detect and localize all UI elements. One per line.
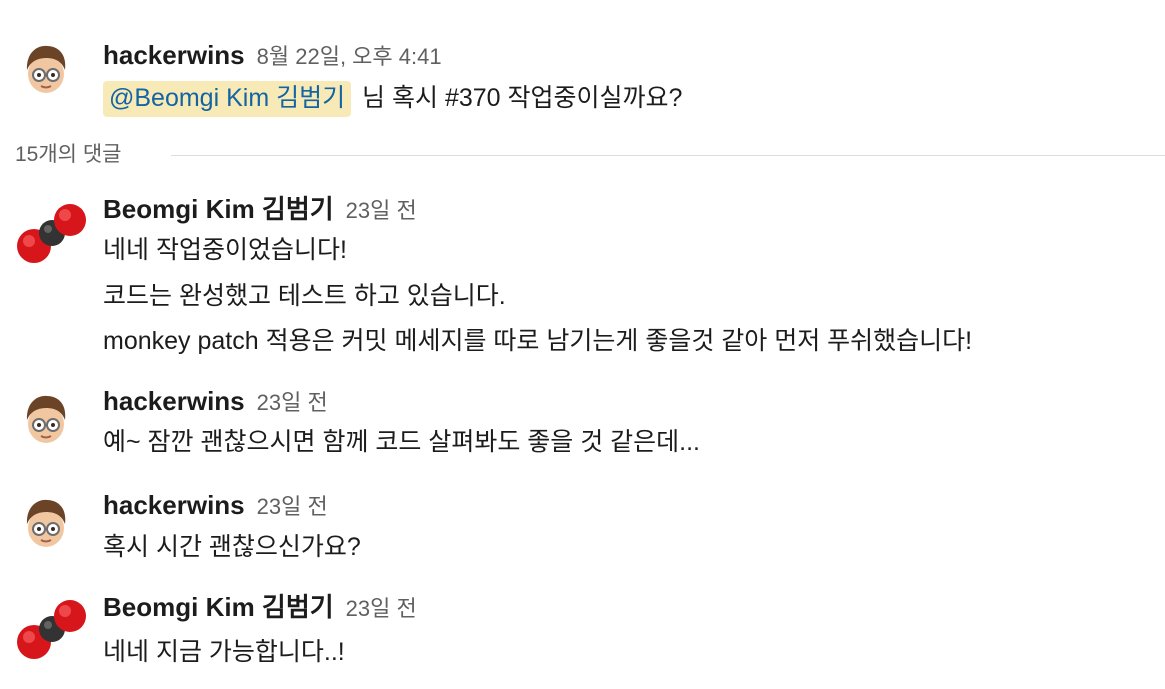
reply-message: Beomgi Kim 김범기 23일 전 네네 지금 가능합니다..! <box>0 586 1165 686</box>
message-text: 예~ 잠깐 괜찮으시면 함께 코드 살펴봐도 좋을 것 같은데... <box>103 428 701 456</box>
author-name[interactable]: Beomgi Kim 김범기 <box>103 592 334 622</box>
author-name[interactable]: hackerwins <box>103 386 245 416</box>
author-name[interactable]: hackerwins <box>103 40 245 70</box>
parent-message: hackerwins 8월 22일, 오후 4:41 @Beomgi Kim 김범… <box>0 0 1165 140</box>
reply-message: hackerwins 23일 전 예~ 잠깐 괜찮으시면 함께 코드 살펴봐도 좋… <box>0 380 1165 470</box>
divider-line <box>171 155 1165 156</box>
message-timestamp[interactable]: 23일 전 <box>257 494 328 519</box>
message-text: 님 혹시 #370 작업중이실까요? <box>362 84 683 112</box>
user-mention[interactable]: @Beomgi Kim 김범기 <box>103 81 352 117</box>
message-author[interactable]: hackerwins 8월 22일, 오후 4:41 <box>103 38 442 74</box>
memoji-avatar[interactable] <box>18 40 74 96</box>
message-text: 혹시 시간 괜찮으신가요? <box>103 533 361 561</box>
message-author[interactable]: hackerwins 23일 전 <box>103 488 328 524</box>
message-author[interactable]: Beomgi Kim 김범기 23일 전 <box>103 192 417 228</box>
message-body: @Beomgi Kim 김범기 님 혹시 #370 작업중이실까요? <box>103 81 683 117</box>
reply-message: Beomgi Kim 김범기 23일 전 네네 작업중이었습니다! 코드는 완성했… <box>0 190 1165 370</box>
message-author[interactable]: Beomgi Kim 김범기 23일 전 <box>103 590 417 626</box>
message-text: 네네 지금 가능합니다..! <box>103 638 345 666</box>
message-text: 네네 작업중이었습니다! <box>103 236 347 264</box>
reply-message: hackerwins 23일 전 혹시 시간 괜찮으신가요? <box>0 484 1165 574</box>
author-name[interactable]: hackerwins <box>103 490 245 520</box>
message-author[interactable]: hackerwins 23일 전 <box>103 384 328 420</box>
molecule-avatar[interactable] <box>12 200 88 270</box>
replies-divider: 15개의 댓글 <box>15 140 1165 170</box>
message-timestamp[interactable]: 23일 전 <box>346 596 417 621</box>
message-timestamp[interactable]: 23일 전 <box>257 390 328 415</box>
replies-count-label: 15개의 댓글 <box>15 143 122 166</box>
message-timestamp[interactable]: 23일 전 <box>346 198 417 223</box>
author-name[interactable]: Beomgi Kim 김범기 <box>103 194 334 224</box>
memoji-avatar[interactable] <box>18 390 74 446</box>
message-text: monkey patch 적용은 커밋 메세지를 따로 남기는게 좋을것 같아 … <box>103 327 973 355</box>
molecule-avatar[interactable] <box>12 596 88 666</box>
message-timestamp[interactable]: 8월 22일, 오후 4:41 <box>257 44 442 69</box>
message-text: 코드는 완성했고 테스트 하고 있습니다. <box>103 282 506 310</box>
memoji-avatar[interactable] <box>18 494 74 550</box>
